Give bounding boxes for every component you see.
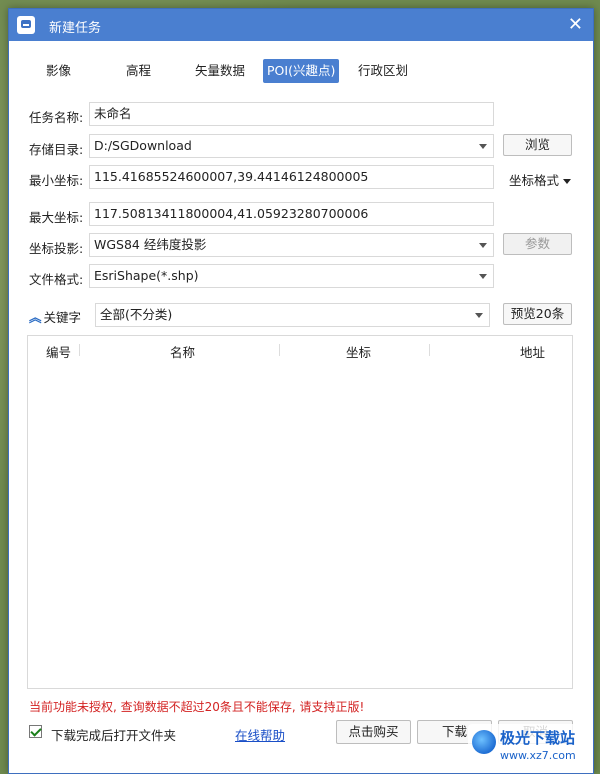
min-coord-label: 最小坐标: bbox=[29, 173, 84, 188]
keyword-toggle[interactable]: ︽ 关键字 bbox=[29, 307, 81, 326]
min-coord-input[interactable]: 115.41685524600007,39.44146124800005 bbox=[89, 165, 494, 189]
title-bar: 新建任务 ✕ bbox=[9, 9, 593, 41]
buy-button[interactable]: 点击购买 bbox=[336, 720, 411, 744]
storage-dir-value: D:/SGDownload bbox=[94, 138, 192, 153]
watermark-brand: 极光下载站 bbox=[500, 729, 576, 747]
storage-dir-label: 存储目录: bbox=[29, 142, 84, 157]
open-folder-checkbox[interactable] bbox=[29, 725, 42, 738]
task-name-label: 任务名称: bbox=[29, 110, 84, 125]
watermark-logo-icon bbox=[472, 730, 496, 754]
file-format-select[interactable]: EsriShape(*.shp) bbox=[89, 264, 494, 288]
column-divider[interactable] bbox=[79, 344, 80, 356]
chevron-down-icon bbox=[475, 313, 483, 318]
projection-label: 坐标投影: bbox=[29, 241, 84, 256]
storage-dir-select[interactable]: D:/SGDownload bbox=[89, 134, 494, 158]
keyword-value: 全部(不分类) bbox=[100, 307, 173, 322]
coord-format-label: 坐标格式 bbox=[509, 173, 560, 188]
column-header-coord[interactable]: 坐标 bbox=[346, 342, 371, 361]
close-icon[interactable]: ✕ bbox=[568, 14, 583, 35]
online-help-link[interactable]: 在线帮助 bbox=[235, 725, 285, 744]
open-folder-label[interactable]: 下载完成后打开文件夹 bbox=[51, 725, 176, 744]
keyword-select[interactable]: 全部(不分类) bbox=[95, 303, 490, 327]
coord-format-dropdown[interactable]: 坐标格式 bbox=[509, 170, 572, 189]
tab-imagery[interactable]: 影像 bbox=[42, 59, 75, 83]
tab-elevation[interactable]: 高程 bbox=[122, 59, 155, 83]
chevron-down-icon bbox=[479, 243, 487, 248]
results-table: 编号 名称 坐标 地址 bbox=[27, 335, 573, 689]
chevron-down-icon bbox=[479, 144, 487, 149]
window-title: 新建任务 bbox=[49, 21, 102, 36]
chevron-down-icon bbox=[479, 274, 487, 279]
preview-20-button[interactable]: 预览20条 bbox=[503, 303, 572, 325]
double-chevron-up-icon: ︽ bbox=[29, 310, 42, 325]
tab-poi[interactable]: POI(兴趣点) bbox=[263, 59, 340, 83]
column-header-id[interactable]: 编号 bbox=[46, 342, 71, 361]
app-icon bbox=[17, 16, 35, 34]
browse-button[interactable]: 浏览 bbox=[503, 134, 572, 156]
watermark-url: www.xz7.com bbox=[500, 749, 576, 762]
triangle-down-icon bbox=[563, 179, 572, 184]
tab-vector[interactable]: 矢量数据 bbox=[191, 59, 249, 83]
params-button[interactable]: 参数 bbox=[503, 233, 572, 255]
column-divider[interactable] bbox=[429, 344, 430, 356]
new-task-dialog: 新建任务 ✕ 影像 高程 矢量数据 POI(兴趣点) 行政区划 任务名称: 未命… bbox=[8, 8, 594, 774]
max-coord-input[interactable]: 117.50813411800004,41.05923280700006 bbox=[89, 202, 494, 226]
projection-select[interactable]: WGS84 经纬度投影 bbox=[89, 233, 494, 257]
column-header-name[interactable]: 名称 bbox=[170, 342, 195, 361]
column-divider[interactable] bbox=[279, 344, 280, 356]
file-format-label: 文件格式: bbox=[29, 272, 84, 287]
keyword-label: 关键字 bbox=[43, 310, 82, 325]
license-warning: 当前功能未授权, 查询数据不超过20条且不能保存, 请支持正版! bbox=[29, 700, 365, 714]
projection-value: WGS84 经纬度投影 bbox=[94, 237, 207, 252]
max-coord-label: 最大坐标: bbox=[29, 210, 84, 225]
task-name-input[interactable]: 未命名 bbox=[89, 102, 494, 126]
tab-admin-division[interactable]: 行政区划 bbox=[354, 59, 412, 83]
column-header-address[interactable]: 地址 bbox=[520, 342, 545, 361]
file-format-value: EsriShape(*.shp) bbox=[94, 268, 199, 283]
site-watermark: 极光下载站 www.xz7.com bbox=[468, 724, 586, 768]
